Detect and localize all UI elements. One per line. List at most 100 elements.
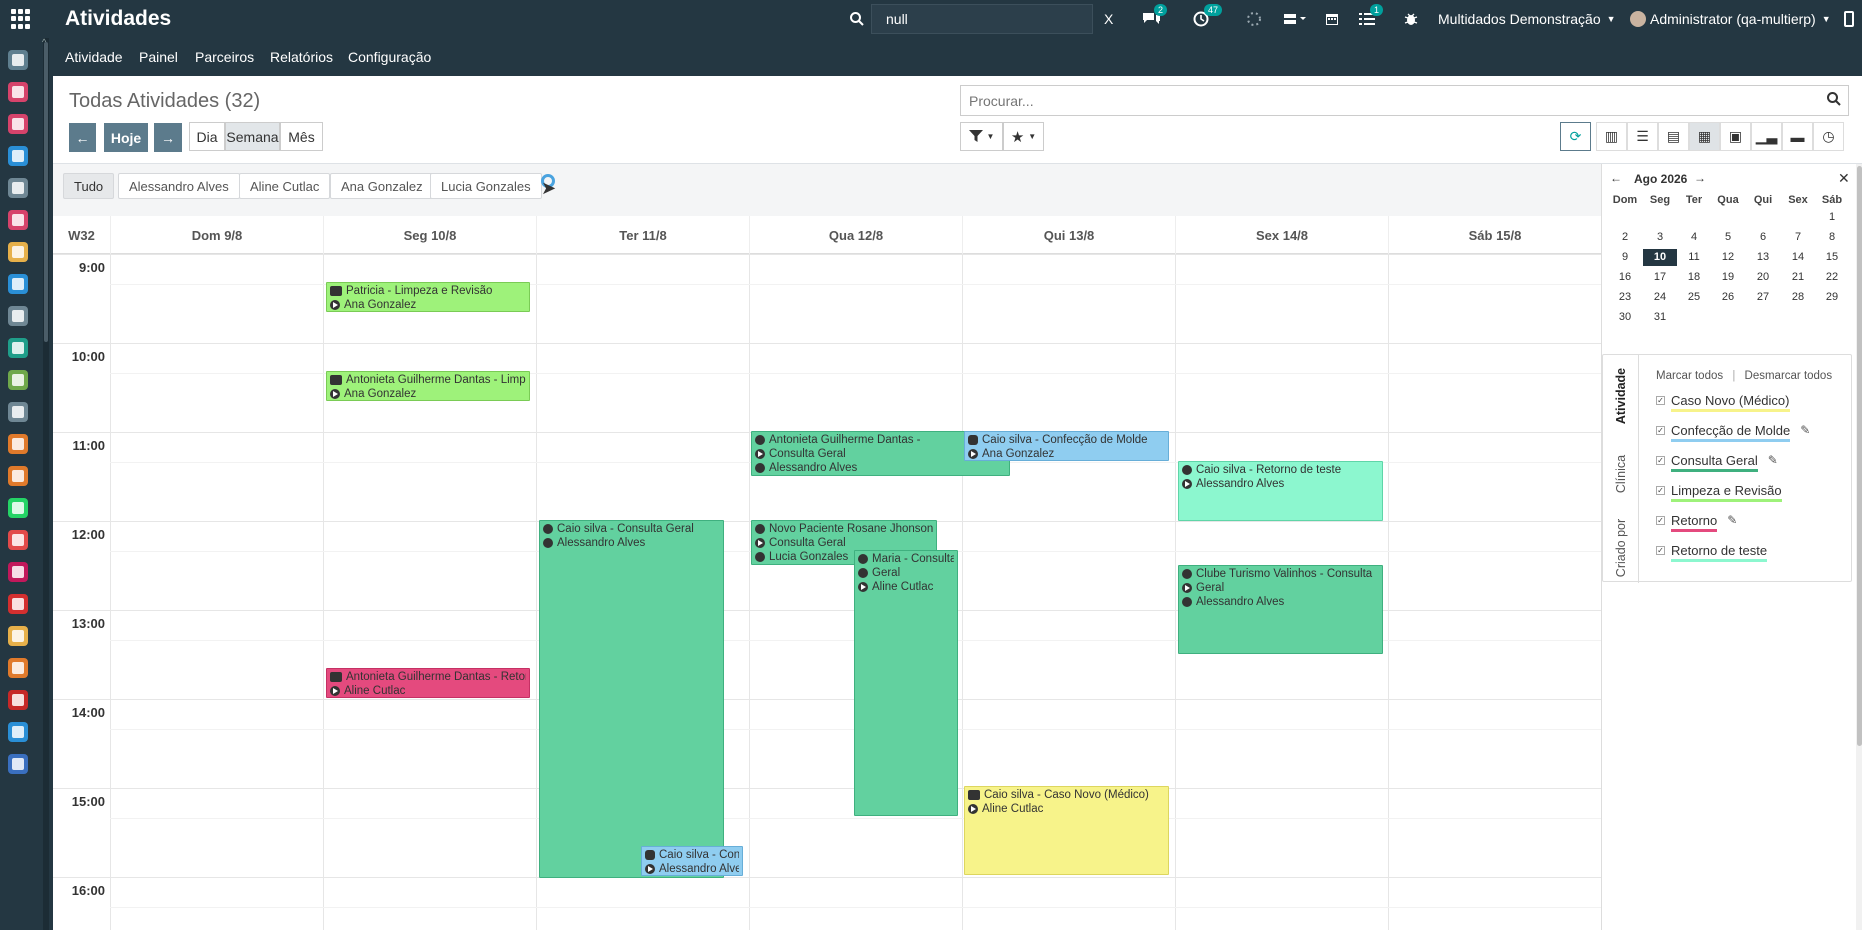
next-week-button[interactable]: → <box>154 123 182 152</box>
key-icon[interactable] <box>8 562 28 582</box>
timeline-view-button[interactable]: ◷ <box>1813 122 1844 151</box>
day-header-mon[interactable]: Seg 10/8 <box>323 216 536 254</box>
mini-calendar-today[interactable]: 10 <box>1643 249 1677 266</box>
filter-checkbox[interactable]: ✓ <box>1656 486 1665 495</box>
chip-ana-gonzalez[interactable]: Ana Gonzalez <box>330 173 434 199</box>
mini-calendar-day[interactable]: 19 <box>1711 269 1745 286</box>
mini-calendar-day[interactable]: 31 <box>1643 309 1677 326</box>
clipboard-icon[interactable] <box>8 434 28 454</box>
global-search-input[interactable]: null <box>871 4 1093 34</box>
mini-calendar-day[interactable]: 20 <box>1746 269 1780 286</box>
finance-icon[interactable] <box>8 530 28 550</box>
camera-icon[interactable] <box>8 402 28 422</box>
clear-search-button[interactable]: X <box>1104 9 1113 29</box>
filter-item[interactable]: ✓ Consulta Geral ✎ <box>1656 453 1778 475</box>
filter-checkbox[interactable]: ✓ <box>1656 396 1665 405</box>
activities-clock-icon[interactable]: 47 <box>1190 4 1223 30</box>
sidebar-scroll-thumb[interactable] <box>1857 166 1862 746</box>
presentation-icon[interactable] <box>8 658 28 678</box>
tab-atividade[interactable]: Atividade <box>1603 361 1639 431</box>
calendar-icon[interactable] <box>8 754 28 774</box>
mini-calendar-day[interactable]: 12 <box>1711 249 1745 266</box>
mini-calendar-day[interactable]: 29 <box>1815 289 1849 306</box>
day-header-sun[interactable]: Dom 9/8 <box>110 216 323 254</box>
day-header-fri[interactable]: Sex 14/8 <box>1175 216 1388 254</box>
list-icon[interactable] <box>8 594 28 614</box>
menu-configuracao[interactable]: Configuração <box>348 49 431 65</box>
debug-bug-icon[interactable] <box>1400 8 1422 30</box>
calendar-event[interactable]: Caio silva - Consulta Geral Alessandro A… <box>539 520 724 878</box>
today-button[interactable]: Hoje <box>104 123 148 152</box>
storage-dropdown-icon[interactable] <box>1280 8 1310 30</box>
sheet-icon[interactable] <box>8 242 28 262</box>
tasks-icon[interactable] <box>8 274 28 294</box>
menu-parceiros[interactable]: Parceiros <box>195 49 254 65</box>
edit-pencil-icon[interactable]: ✎ <box>1727 513 1737 527</box>
scale-day-button[interactable]: Dia <box>189 122 225 151</box>
activity-view-button[interactable]: ▣ <box>1720 122 1751 151</box>
calendar-event[interactable]: Maria - Consulta Geral Aline Cutlac <box>854 550 958 816</box>
whatsapp-icon[interactable] <box>8 498 28 518</box>
filter-checkbox[interactable]: ✓ <box>1656 546 1665 555</box>
mobile-icon[interactable] <box>1838 8 1860 30</box>
tab-clinica[interactable]: Clínica <box>1603 439 1639 509</box>
mini-calendar-day[interactable]: 24 <box>1643 289 1677 306</box>
filter-item[interactable]: ✓ Caso Novo (Médico) <box>1656 393 1790 415</box>
favorites-dropdown-button[interactable]: ★ ▼ <box>1003 122 1044 151</box>
search-input[interactable] <box>961 86 1761 115</box>
chip-alessandro-alves[interactable]: Alessandro Alves <box>118 173 240 199</box>
filter-checkbox[interactable]: ✓ <box>1656 456 1665 465</box>
day-header-tue[interactable]: Ter 11/8 <box>536 216 749 254</box>
mini-calendar-day[interactable]: 2 <box>1608 229 1642 246</box>
mini-calendar-day[interactable]: 15 <box>1815 249 1849 266</box>
mini-calendar-day[interactable]: 6 <box>1746 229 1780 246</box>
mini-calendar-day[interactable]: 1 <box>1815 209 1849 226</box>
menu-atividade[interactable]: Atividade <box>65 49 123 65</box>
contacts-icon[interactable] <box>8 210 28 230</box>
apps-menu-icon[interactable] <box>11 9 31 29</box>
calendar-event[interactable]: Caio silva - Confe Alessandro Alves <box>641 846 743 876</box>
mini-calendar-day[interactable]: 11 <box>1677 249 1711 266</box>
calendar-icon[interactable] <box>1321 8 1343 30</box>
calendar-event[interactable]: Antonieta Guilherme Dantas - Limpeza Ana… <box>326 371 530 401</box>
link-icon[interactable] <box>8 178 28 198</box>
unmark-all-link[interactable]: Desmarcar todos <box>1745 370 1833 382</box>
chart-icon[interactable] <box>8 338 28 358</box>
mini-calendar-day[interactable]: 30 <box>1608 309 1642 326</box>
monitor-icon[interactable] <box>8 722 28 742</box>
mini-calendar-day[interactable]: 13 <box>1746 249 1780 266</box>
filter-checkbox[interactable]: ✓ <box>1656 516 1665 525</box>
mini-calendar-day[interactable]: 7 <box>1781 229 1815 246</box>
mini-calendar-day[interactable]: 27 <box>1746 289 1780 306</box>
mini-calendar-day[interactable]: 28 <box>1781 289 1815 306</box>
mini-next-month-button[interactable]: → <box>1694 171 1706 185</box>
day-header-thu[interactable]: Qui 13/8 <box>962 216 1175 254</box>
chip-aline-cutlac[interactable]: Aline Cutlac <box>239 173 331 199</box>
calendar-event[interactable]: Caio silva - Confecção de Molde Ana Gonz… <box>964 431 1169 461</box>
kanban-view-button[interactable]: ▥ <box>1596 122 1627 151</box>
scale-week-button[interactable]: Semana <box>225 122 280 151</box>
form-view-button[interactable]: ▤ <box>1658 122 1689 151</box>
edit-pencil-icon[interactable]: ✎ <box>1800 423 1810 437</box>
calendar-event[interactable]: Caio silva - Caso Novo (Médico) Aline Cu… <box>964 786 1169 875</box>
menu-painel[interactable]: Painel <box>139 49 178 65</box>
mini-calendar-day[interactable]: 22 <box>1815 269 1849 286</box>
menu-relatorios[interactable]: Relatórios <box>270 49 333 65</box>
refresh-button[interactable]: ⟳ <box>1560 122 1591 151</box>
mark-all-link[interactable]: Marcar todos <box>1656 370 1723 382</box>
sidebar-scroll-up-icon[interactable]: ^ <box>42 37 46 47</box>
globe-icon[interactable] <box>8 466 28 486</box>
mini-calendar-day[interactable]: 3 <box>1643 229 1677 246</box>
edit-pencil-icon[interactable]: ✎ <box>1768 453 1778 467</box>
chip-lucia-gonzales[interactable]: Lucia Gonzales <box>430 173 542 199</box>
mini-calendar-day[interactable]: 16 <box>1608 269 1642 286</box>
support-icon[interactable] <box>8 114 28 134</box>
mini-calendar-day[interactable]: 26 <box>1711 289 1745 306</box>
filter-item[interactable]: ✓ Retorno ✎ <box>1656 513 1737 535</box>
mini-calendar-day[interactable]: 14 <box>1781 249 1815 266</box>
tools-icon[interactable] <box>8 306 28 326</box>
tasks-list-icon[interactable]: 1 <box>1356 4 1384 30</box>
filter-dropdown-button[interactable]: ▼ <box>960 122 1003 151</box>
search-icon[interactable] <box>1826 91 1842 112</box>
mini-calendar-day[interactable]: 4 <box>1677 229 1711 246</box>
